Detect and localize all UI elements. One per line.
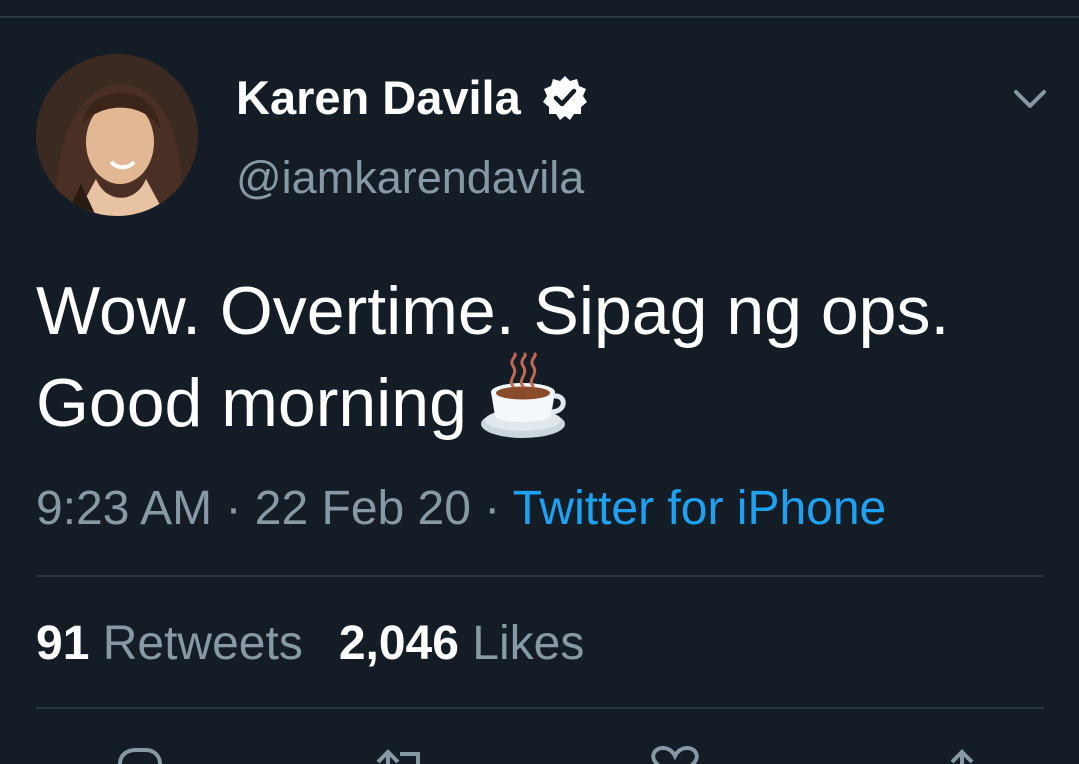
display-name[interactable]: Karen Davila [236, 70, 521, 126]
retweet-icon[interactable] [370, 740, 430, 764]
likes-stat[interactable]: 2,046 Likes [339, 617, 585, 670]
tweet-text: Wow. Overtime. Sipag ng ops. Good mornin… [36, 270, 1066, 444]
tweet-text-line-1: Wow. Overtime. Sipag ng ops. [36, 273, 950, 349]
tweet-date: 22 Feb 20 [254, 482, 471, 535]
retweets-label: Retweets [102, 617, 303, 670]
like-icon[interactable] [645, 740, 705, 764]
top-divider [0, 16, 1079, 18]
share-icon[interactable] [932, 740, 992, 764]
verified-badge-icon [543, 76, 587, 120]
tweet-time: 9:23 AM [36, 482, 213, 535]
tweet-source-link[interactable]: Twitter for iPhone [513, 482, 887, 535]
retweets-count: 91 [36, 617, 90, 670]
likes-label: Likes [472, 617, 585, 670]
meta-separator: · [470, 482, 513, 535]
tweet-stats: 91 Retweets 2,046 Likes [36, 615, 584, 673]
tweet-text-line-2: Good morning [36, 352, 1066, 444]
meta-separator: · [212, 482, 255, 535]
chevron-down-icon[interactable] [1010, 84, 1050, 112]
retweets-stat[interactable]: 91 Retweets [36, 617, 303, 670]
divider [36, 575, 1044, 577]
hot-beverage-icon [480, 352, 566, 438]
tweet-text-line-2-text: Good morning [36, 365, 467, 441]
reply-icon[interactable] [106, 740, 166, 764]
likes-count: 2,046 [338, 617, 459, 670]
divider [36, 707, 1044, 709]
user-handle[interactable]: @iamkarendavila [236, 150, 584, 206]
avatar[interactable] [36, 54, 198, 216]
tweet-meta: 9:23 AM · 22 Feb 20 · Twitter for iPhone [36, 480, 886, 538]
